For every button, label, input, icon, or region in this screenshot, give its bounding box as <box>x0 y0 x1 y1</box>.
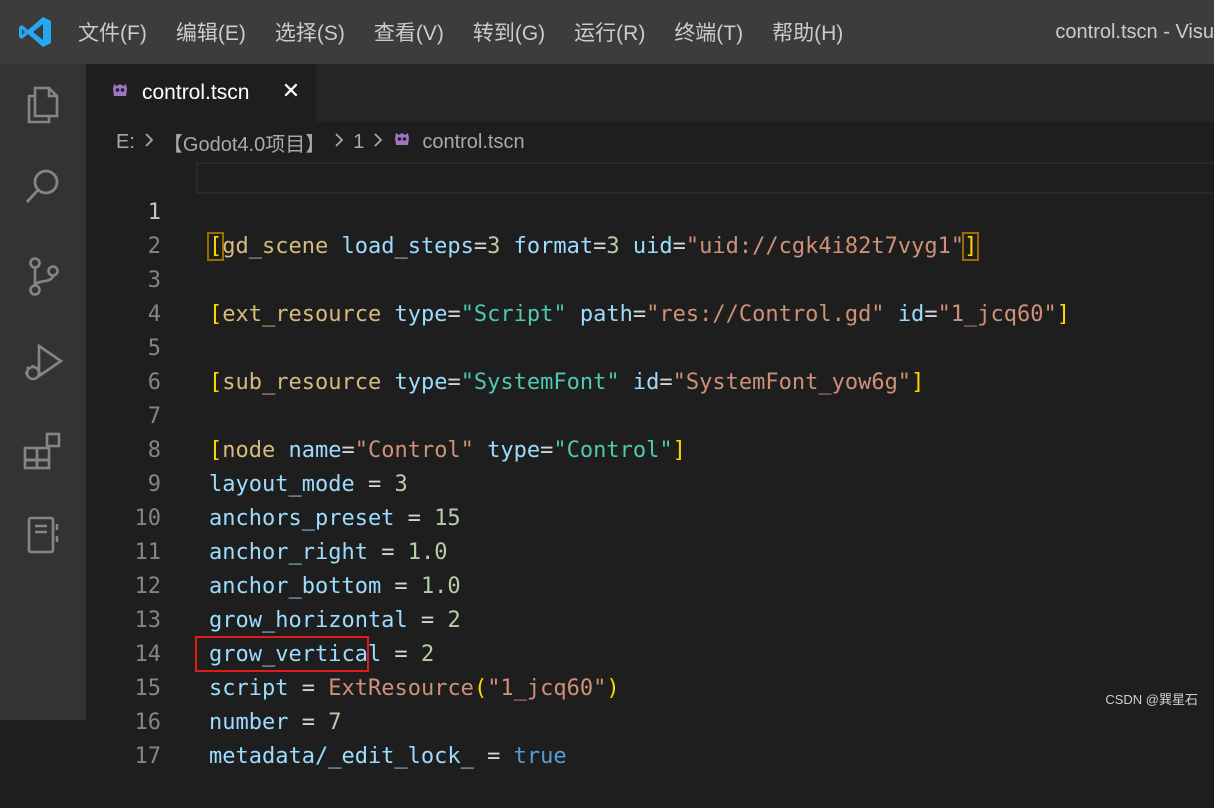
code-line[interactable]: 1 [gd_scene load_steps=3 format=3 uid="u… <box>86 162 1214 196</box>
code-line[interactable]: 8 layout_mode = 3 <box>86 400 1214 434</box>
explorer-icon[interactable] <box>0 64 86 144</box>
code-line[interactable]: 2 <box>86 196 1214 230</box>
godot-file-icon <box>392 129 412 155</box>
breadcrumb: E: 【Godot4.0项目】 1 control.tscn <box>86 122 1214 162</box>
notebook-icon[interactable] <box>0 494 86 574</box>
code-line[interactable]: 13 grow_vertical = 2 <box>86 570 1214 604</box>
code-line[interactable]: 9 anchors_preset = 15 <box>86 434 1214 468</box>
code-line[interactable]: 4 <box>86 264 1214 298</box>
code-line[interactable]: 5 [sub_resource type="SystemFont" id="Sy… <box>86 298 1214 332</box>
code-editor[interactable]: 1 [gd_scene load_steps=3 format=3 uid="u… <box>86 162 1214 720</box>
menu-edit[interactable]: 编辑(E) <box>176 17 246 47</box>
watermark: CSDN @巽星石 <box>1105 689 1198 708</box>
menu-view[interactable]: 查看(V) <box>374 17 444 47</box>
tab-bar: control.tscn ✕ <box>86 64 1214 122</box>
menu-run[interactable]: 运行(R) <box>574 17 645 47</box>
line-number: 17 <box>86 740 161 774</box>
vscode-logo-icon[interactable] <box>0 0 70 64</box>
close-icon[interactable]: ✕ <box>276 76 306 106</box>
breadcrumb-file[interactable]: control.tscn <box>422 131 524 154</box>
chevron-right-icon <box>372 131 384 154</box>
code-line[interactable]: 10 anchor_right = 1.0 <box>86 468 1214 502</box>
breadcrumb-drive[interactable]: E: <box>116 131 135 154</box>
source-control-icon[interactable] <box>0 236 86 316</box>
title-bar: 文件(F) 编辑(E) 选择(S) 查看(V) 转到(G) 运行(R) 终端(T… <box>0 0 1214 64</box>
menu-help[interactable]: 帮助(H) <box>772 17 843 47</box>
tab-label: control.tscn <box>142 81 249 105</box>
search-icon[interactable] <box>0 146 86 226</box>
breadcrumb-subfolder[interactable]: 1 <box>353 131 364 154</box>
menu-file[interactable]: 文件(F) <box>78 17 147 47</box>
code-line[interactable]: 6 <box>86 332 1214 366</box>
code-line[interactable]: 11 anchor_bottom = 1.0 <box>86 502 1214 536</box>
code-line[interactable]: 17 <box>86 706 1214 740</box>
menu-selection[interactable]: 选择(S) <box>275 17 345 47</box>
window-title: control.tscn - Visu <box>1055 0 1214 64</box>
run-debug-icon[interactable] <box>0 322 86 402</box>
code-line[interactable]: 7 [node name="Control" type="Control"] <box>86 366 1214 400</box>
breadcrumb-folder[interactable]: 【Godot4.0项目】 <box>163 128 325 157</box>
code-line[interactable]: 3 [ext_resource type="Script" path="res:… <box>86 230 1214 264</box>
annotation-highlight-box <box>195 636 369 672</box>
code-line[interactable]: 16 metadata/_edit_lock_ = true <box>86 672 1214 706</box>
menu-terminal[interactable]: 终端(T) <box>674 17 743 47</box>
tab-control-tscn[interactable]: control.tscn ✕ <box>86 64 316 122</box>
extensions-icon[interactable] <box>0 410 86 490</box>
menu-go[interactable]: 转到(G) <box>473 17 545 47</box>
chevron-right-icon <box>333 131 345 154</box>
activity-bar <box>0 64 86 720</box>
godot-file-icon <box>110 80 130 106</box>
code-line[interactable]: 14 script = ExtResource("1_jcq60") <box>86 604 1214 638</box>
chevron-right-icon <box>143 131 155 154</box>
code-line[interactable]: 12 grow_horizontal = 2 <box>86 536 1214 570</box>
